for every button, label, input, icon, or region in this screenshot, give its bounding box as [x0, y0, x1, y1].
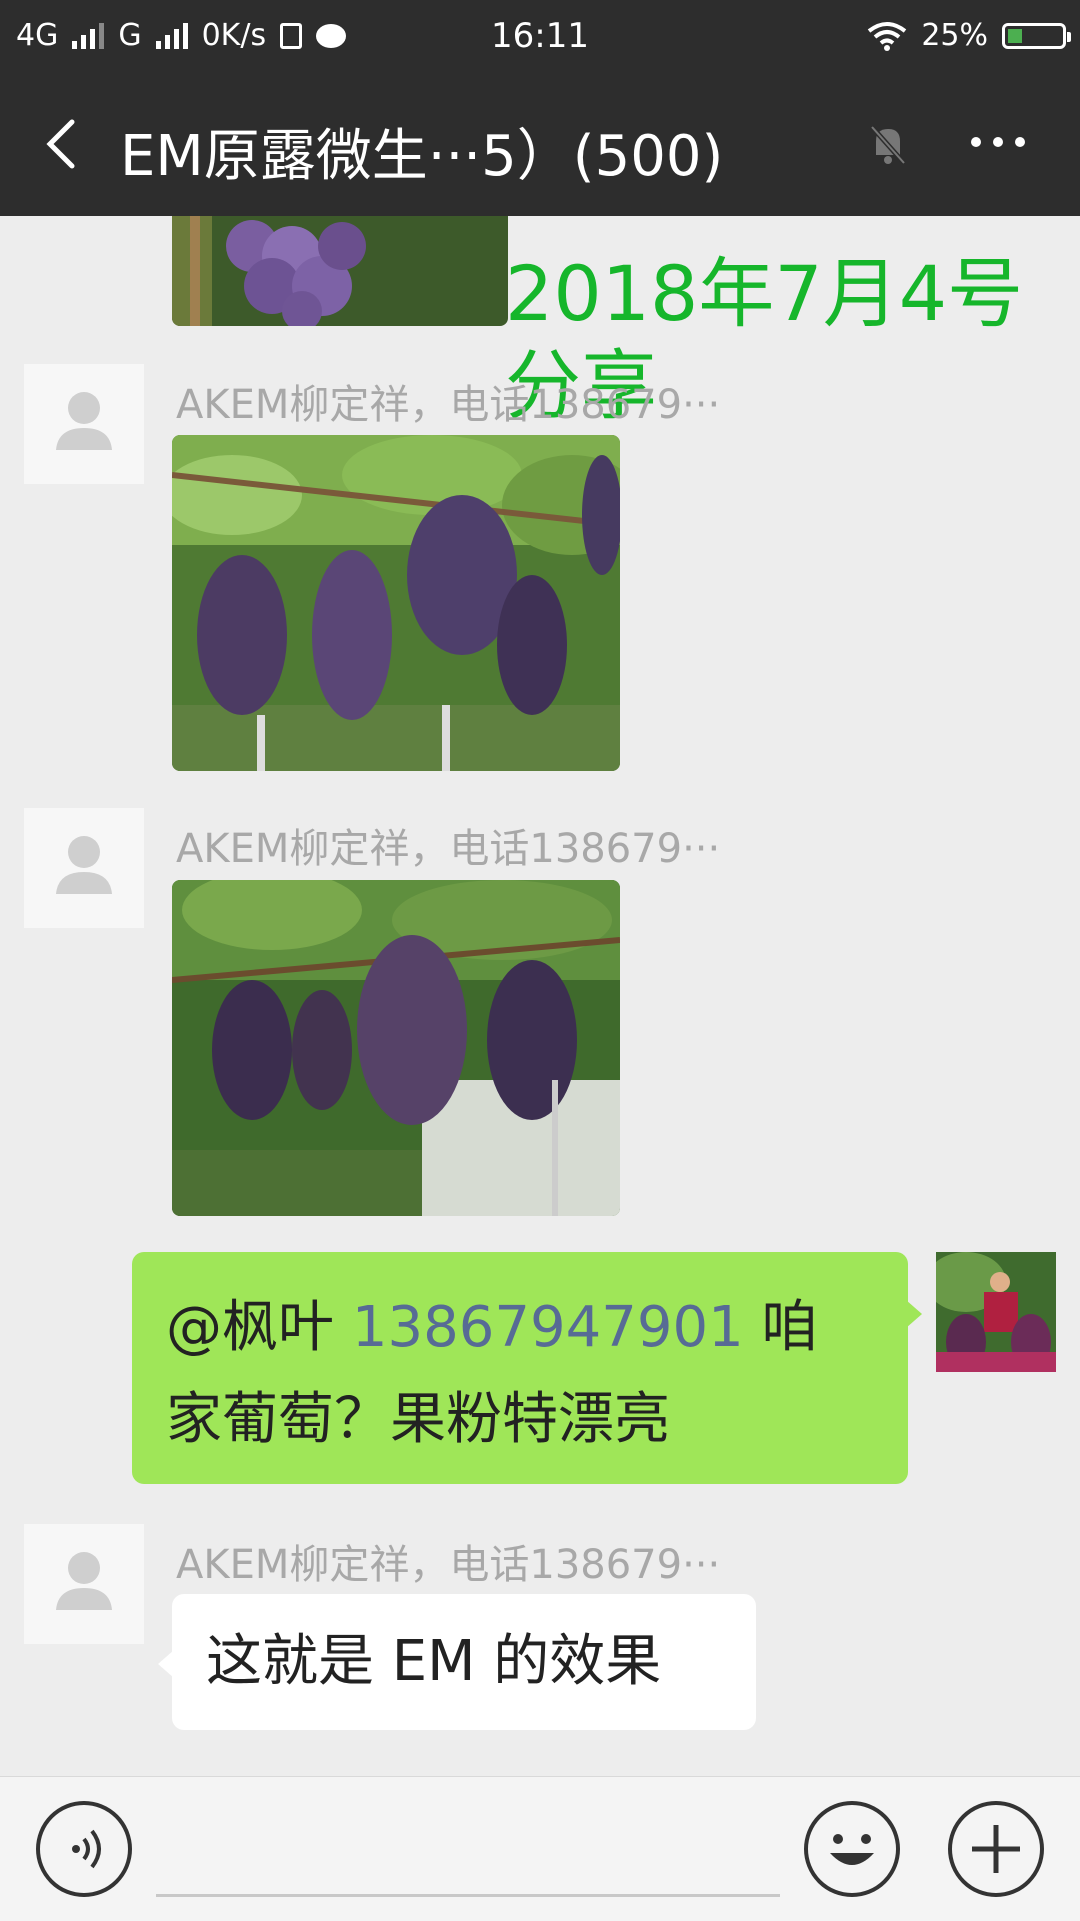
input-bar	[0, 1776, 1080, 1921]
avatar[interactable]	[24, 808, 144, 928]
message-text: 这就是 EM 的效果	[206, 1629, 662, 1694]
self-message-bubble[interactable]: @枫叶 13867947901 咱 家葡萄？果粉特漂亮	[132, 1252, 908, 1484]
emoji-button[interactable]	[804, 1801, 900, 1897]
mention-text[interactable]: @枫叶	[166, 1295, 334, 1360]
voice-button[interactable]	[36, 1801, 132, 1897]
overlay-line-1: 2018年7月4号	[505, 249, 1024, 338]
battery-percent: 25%	[921, 18, 988, 53]
battery-icon	[1002, 22, 1071, 49]
message-text-line-2: 家葡萄？果粉特漂亮	[166, 1387, 670, 1452]
plus-button[interactable]	[948, 1801, 1044, 1897]
sender-name: AKEM柳定祥，电话138679···	[176, 382, 721, 428]
default-avatar-icon	[56, 836, 112, 894]
bubble-tail	[906, 1300, 922, 1328]
plus-icon	[972, 1825, 1020, 1873]
back-arrow-icon[interactable]	[36, 114, 96, 174]
default-avatar-icon	[56, 1552, 112, 1610]
message-image-partial[interactable]	[172, 216, 508, 326]
voice-icon	[72, 1829, 101, 1869]
text-input-underline[interactable]	[156, 1894, 780, 1897]
avatar[interactable]	[24, 364, 144, 484]
default-avatar-icon	[56, 392, 112, 450]
message-bubble[interactable]: 这就是 EM 的效果	[172, 1594, 756, 1730]
sender-name: AKEM柳定祥，电话138679···	[176, 826, 721, 872]
chat-messages[interactable]: 2018年7月4号 分享 AKEM柳定祥，电话138679··· AKEM柳定祥…	[0, 216, 1080, 1776]
status-bar: 4G G 0K/s 16:11 25%	[0, 0, 1080, 76]
chat-header: EM原露微生···5）(500)	[0, 76, 1080, 216]
avatar[interactable]	[24, 1524, 144, 1644]
smile-icon	[830, 1834, 874, 1865]
wifi-icon	[868, 21, 907, 51]
phone-link[interactable]: 13867947901	[352, 1295, 744, 1360]
status-right: 25%	[867, 18, 1071, 53]
message-image[interactable]	[172, 880, 620, 1216]
mute-bell-icon	[870, 125, 906, 165]
message-text: 咱	[743, 1295, 818, 1360]
message-image[interactable]	[172, 435, 620, 771]
sender-name: AKEM柳定祥，电话138679···	[176, 1542, 721, 1588]
chat-title: EM原露微生···5）(500)	[120, 124, 724, 189]
more-options-icon[interactable]	[968, 134, 1028, 150]
self-avatar[interactable]	[926, 1252, 1056, 1372]
